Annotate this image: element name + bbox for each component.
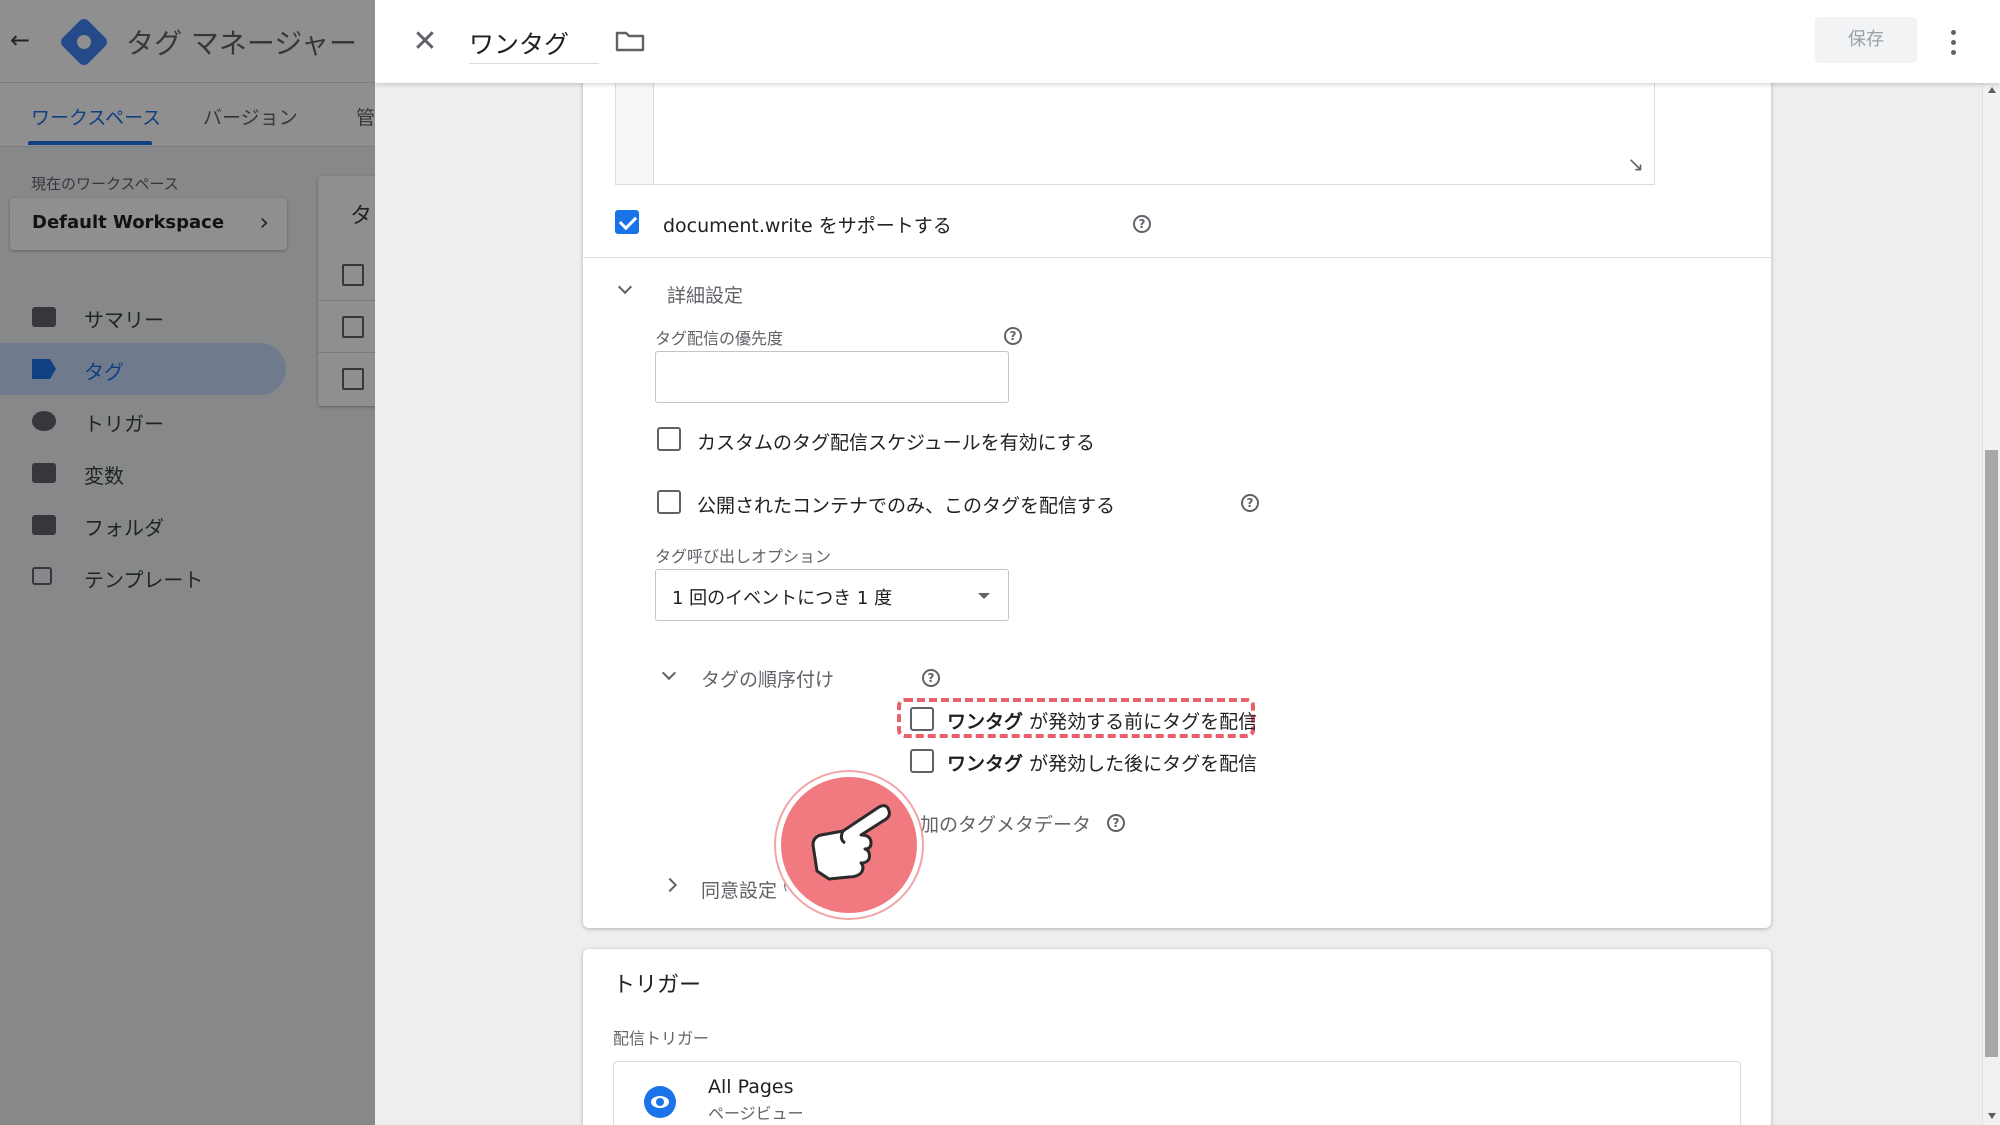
- fire-after-label: ワンタグ が発効した後にタグを配信: [947, 749, 1257, 776]
- trigger-item-all-pages[interactable]: All Pages ページビュー: [613, 1061, 1741, 1125]
- custom-schedule-checkbox[interactable]: [657, 427, 681, 451]
- hand-pointer-annotation: [776, 772, 922, 918]
- chevron-down-icon[interactable]: [615, 280, 635, 300]
- setup-tag-name: ワンタグ: [947, 711, 1024, 733]
- consent-label: 同意設定: [701, 880, 778, 902]
- firing-option-label: タグ呼び出しオプション: [655, 547, 832, 566]
- more-options-icon[interactable]: [1941, 22, 1965, 62]
- firing-option-select[interactable]: 1 回のイベントにつき 1 度: [655, 569, 1009, 621]
- vertical-scrollbar[interactable]: [1982, 83, 2000, 1125]
- help-icon[interactable]: ?: [1107, 814, 1125, 832]
- scroll-up-arrow-icon[interactable]: [1988, 87, 1996, 93]
- fire-before-label: ワンタグ が発効する前にタグを配信: [947, 707, 1257, 734]
- publish-only-label: 公開されたコンテナでのみ、このタグを配信する: [697, 495, 1116, 517]
- fire-before-text: が発効する前にタグを配信: [1029, 711, 1258, 733]
- help-icon[interactable]: ?: [1241, 494, 1259, 512]
- document-write-checkbox[interactable]: [615, 210, 639, 234]
- pointing-hand-icon: [811, 804, 891, 881]
- fire-after-checkbox[interactable]: [910, 749, 934, 773]
- tag-editor-panel: ✕ ワンタグ 保存 ↘ document.write をサポートする ? 詳細設…: [375, 0, 2000, 1125]
- chevron-down-icon[interactable]: [659, 666, 679, 686]
- help-icon[interactable]: ?: [1133, 215, 1151, 233]
- triggering-title: トリガー: [613, 973, 702, 998]
- dropdown-arrow-icon: [978, 593, 990, 599]
- triggering-card: トリガー 配信トリガー All Pages ページビュー: [583, 949, 1771, 1125]
- trigger-type: ページビュー: [708, 1104, 804, 1123]
- tag-sequencing-toggle[interactable]: タグの順序付け: [701, 665, 834, 692]
- tag-name-field[interactable]: ワンタグ: [469, 20, 599, 64]
- document-write-label: document.write をサポートする: [663, 215, 952, 237]
- fire-before-checkbox[interactable]: [910, 707, 934, 731]
- resize-handle-icon[interactable]: ↘: [1627, 152, 1644, 176]
- custom-schedule-label: カスタムのタグ配信スケジュールを有効にする: [697, 432, 1095, 454]
- cleanup-tag-name: ワンタグ: [947, 753, 1024, 775]
- overlay-scrim: [0, 0, 375, 1125]
- firing-option-value: 1 回のイベントにつき 1 度: [672, 588, 893, 609]
- firing-triggers-label: 配信トリガー: [613, 1029, 710, 1048]
- tag-configuration-card: ↘ document.write をサポートする ? 詳細設定 タグ配信の優先度…: [583, 60, 1771, 928]
- trigger-name: All Pages: [708, 1076, 794, 1098]
- help-icon[interactable]: ?: [922, 669, 940, 687]
- scroll-down-arrow-icon[interactable]: [1988, 1113, 1996, 1119]
- eye-icon: [644, 1086, 676, 1118]
- scrollbar-thumb[interactable]: [1985, 450, 1998, 1057]
- save-button[interactable]: 保存: [1815, 17, 1917, 63]
- priority-label: タグ配信の優先度: [655, 329, 784, 348]
- folder-button[interactable]: [613, 26, 647, 56]
- advanced-settings-toggle[interactable]: 詳細設定: [667, 281, 743, 308]
- folder-outline-icon: [615, 31, 645, 52]
- priority-input[interactable]: [655, 351, 1009, 403]
- section-divider: [583, 257, 1771, 258]
- editor-toolbar: ✕ ワンタグ 保存: [375, 0, 2000, 83]
- metadata-toggle[interactable]: 追加のタグメタデータ: [901, 810, 1091, 837]
- fire-after-text: が発効した後にタグを配信: [1029, 753, 1258, 775]
- publish-only-checkbox[interactable]: [657, 490, 681, 514]
- chevron-right-icon[interactable]: [662, 875, 682, 895]
- tag-name: ワンタグ: [469, 30, 570, 59]
- close-button[interactable]: ✕: [405, 22, 445, 62]
- help-icon[interactable]: ?: [1004, 327, 1022, 345]
- background-app: ← タグ マネージャー ワークスペース バージョン 管 現在のワークスペース D…: [0, 0, 375, 1125]
